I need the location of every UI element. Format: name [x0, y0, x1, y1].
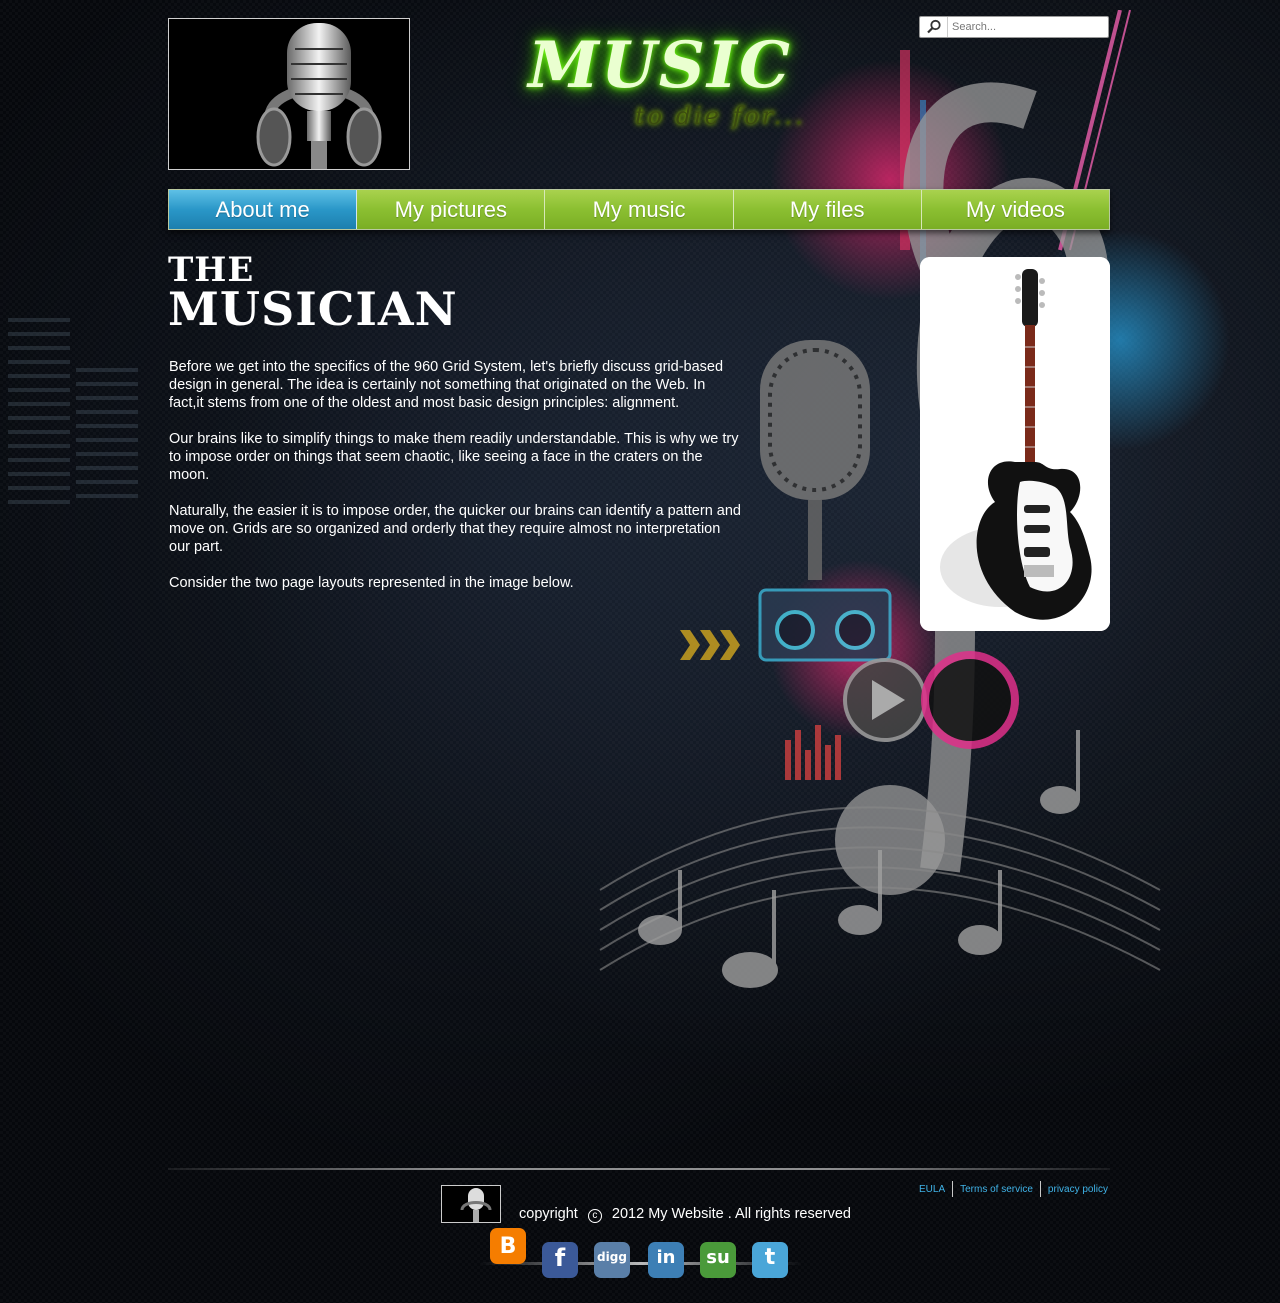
logo-microphone-image[interactable] [168, 18, 410, 170]
footer-link-terms[interactable]: Terms of service [953, 1184, 1040, 1195]
article-paragraph: Consider the two page layouts represente… [169, 575, 574, 591]
brand-subtitle: to die for... [635, 102, 806, 130]
linkedin-glyph: in [656, 1247, 676, 1268]
copyright-body: 2012 My Website . All rights reserved [611, 1206, 851, 1222]
nav-item-my-videos[interactable]: My videos [921, 190, 1110, 229]
blogger-glyph: B [499, 1234, 517, 1259]
footer-divider [168, 1168, 1110, 1170]
linkedin-icon[interactable]: in [648, 1242, 684, 1278]
digg-glyph: digg [597, 1250, 627, 1264]
article-paragraph: Naturally, the easier it is to impose or… [169, 503, 741, 555]
microphone-icon [442, 1186, 500, 1222]
twitter-icon[interactable]: t [752, 1242, 788, 1278]
brand-logo: MUSIC to die for... [490, 28, 830, 138]
footer-links: EULA Terms of service privacy policy [912, 1181, 1115, 1197]
stumbleupon-glyph: su [706, 1247, 730, 1268]
nav-item-my-files[interactable]: My files [733, 190, 922, 229]
twitter-glyph: t [764, 1245, 776, 1270]
footer-link-eula[interactable]: EULA [912, 1184, 952, 1195]
nav-item-my-music[interactable]: My music [545, 190, 734, 229]
guitar-photo [920, 257, 1110, 631]
search-icon[interactable] [920, 17, 948, 37]
facebook-glyph: f [554, 1244, 566, 1272]
article-body: Before we get into the specifics of the … [169, 358, 741, 610]
article-paragraph: Our brains like to simplify things to ma… [169, 431, 739, 483]
main-nav: About me My pictures My music My files M… [168, 189, 1110, 230]
footer-logo-thumbnail[interactable] [441, 1185, 501, 1223]
page-title: THE MUSICIAN [168, 253, 458, 336]
copyright-prefix: copyright [519, 1206, 578, 1222]
search-input[interactable] [952, 18, 1102, 36]
search-box [919, 16, 1109, 38]
digg-icon[interactable]: digg [594, 1242, 630, 1278]
facebook-icon[interactable]: f [542, 1242, 578, 1278]
footer-link-privacy[interactable]: privacy policy [1041, 1184, 1115, 1195]
guitar-icon [920, 257, 1110, 631]
blogger-icon[interactable]: B [490, 1228, 526, 1264]
microphone-icon [169, 19, 409, 169]
nav-item-my-pictures[interactable]: My pictures [357, 190, 546, 229]
article-paragraph: Before we get into the specifics of the … [169, 359, 724, 411]
nav-item-about-me[interactable]: About me [169, 190, 358, 229]
brand-title: MUSIC [528, 28, 792, 103]
copyright-symbol-icon: c [587, 1209, 602, 1223]
social-icons: B f digg in su t [480, 1228, 800, 1278]
copyright-text: copyright c 2012 My Website . All rights… [519, 1206, 851, 1223]
stumbleupon-icon[interactable]: su [700, 1242, 736, 1278]
page-title-line2: MUSICIAN [168, 282, 458, 336]
equalizer-decoration [8, 318, 168, 518]
